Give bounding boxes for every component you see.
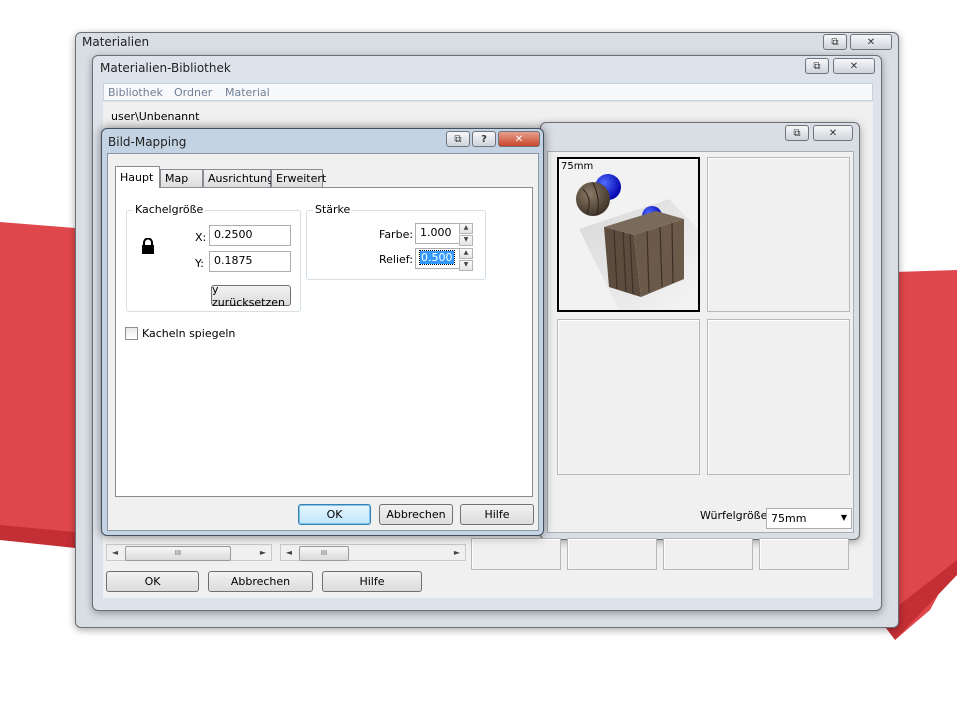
cube-size-select[interactable]: 75mm ▼ — [766, 508, 852, 529]
restore-icon: ⧉ — [813, 60, 821, 72]
mirror-tiles-label[interactable]: Kacheln spiegeln — [142, 327, 235, 340]
help-icon: ? — [481, 133, 487, 145]
tab-erweitert[interactable]: Erweitert — [271, 169, 326, 188]
arrow-up-icon[interactable]: ▲ — [459, 248, 473, 259]
library-restore-button[interactable]: ⧉ — [805, 58, 829, 74]
close-icon: ✕ — [514, 133, 524, 145]
close-icon: ✕ — [849, 60, 859, 72]
strength-group: Stärke Farbe: 1.000 ▲ ▼ Relief: 0.500 ▲ … — [306, 203, 486, 280]
menu-material[interactable]: Material — [225, 86, 270, 99]
tab-haupt[interactable]: Haupt — [115, 166, 160, 188]
relief-strength-input[interactable]: 0.500 — [415, 248, 459, 269]
tile-x-label: X: — [195, 231, 207, 244]
mapping-restore-button[interactable]: ⧉ — [446, 131, 470, 147]
mapping-dialog-title: Bild-Mapping — [108, 135, 187, 149]
close-icon: ✕ — [828, 127, 838, 139]
library-help-button[interactable]: Hilfe — [322, 571, 422, 592]
mapping-close-button[interactable]: ✕ — [498, 131, 540, 147]
library-path: user\Unbenannt — [111, 110, 200, 123]
mapping-ok-button[interactable]: OK — [298, 504, 371, 525]
materials-window-title: Materialien — [82, 35, 150, 49]
menu-bibliothek[interactable]: Bibliothek — [108, 86, 163, 99]
materials-restore-button[interactable]: ⧉ — [823, 34, 847, 50]
arrow-up-icon[interactable]: ▲ — [459, 223, 473, 234]
mapping-cancel-button[interactable]: Abbrechen — [379, 504, 453, 525]
material-slot-lower[interactable] — [759, 538, 849, 570]
material-preview-selected[interactable]: 75mm — [557, 157, 700, 312]
mapping-help-button[interactable]: ? — [472, 131, 496, 147]
mapping-dialog: Bild-Mapping ⧉ ? ✕ Haupt Map Ausrichtung… — [101, 128, 544, 536]
relief-strength-label: Relief: — [379, 253, 413, 266]
strength-legend: Stärke — [313, 203, 353, 216]
chevron-down-icon: ▼ — [840, 513, 847, 522]
material-slot-lower[interactable] — [471, 538, 561, 570]
library-cancel-button[interactable]: Abbrechen — [208, 571, 313, 592]
tile-y-label: Y: — [195, 257, 204, 270]
preview-close-button[interactable]: ✕ — [813, 125, 853, 141]
reset-y-button[interactable]: y zurücksetzen — [211, 283, 291, 309]
material-preview-slot[interactable] — [557, 319, 700, 475]
scroll-thumb[interactable]: III — [125, 546, 231, 561]
library-window-title: Materialien-Bibliothek — [100, 61, 231, 75]
cube-size-value: 75mm — [771, 512, 807, 525]
material-slot-lower[interactable] — [663, 538, 753, 570]
preview-restore-button[interactable]: ⧉ — [785, 125, 809, 141]
close-icon: ✕ — [866, 36, 876, 48]
material-slot-lower[interactable] — [567, 538, 657, 570]
library-menubar: Bibliothek Ordner Material — [103, 83, 873, 101]
lock-icon — [142, 238, 154, 254]
color-strength-label: Farbe: — [379, 228, 414, 241]
material-preview-render — [576, 174, 698, 310]
library-close-button[interactable]: ✕ — [833, 58, 875, 74]
restore-icon: ⧉ — [831, 36, 839, 48]
materials-close-button[interactable]: ✕ — [850, 34, 892, 50]
menu-ordner[interactable]: Ordner — [174, 86, 212, 99]
tab-page-haupt: Kachelgröße X: 0.2500 Y: 0.1875 y zurück… — [115, 187, 533, 497]
arrow-down-icon[interactable]: ▼ — [459, 235, 473, 246]
scroll-thumb[interactable]: III — [299, 546, 349, 561]
library-list-scrollbar[interactable]: ◄ III ► — [280, 544, 466, 561]
arrow-right-icon[interactable]: ► — [449, 545, 465, 560]
mirror-tiles-checkbox[interactable] — [125, 327, 138, 340]
cube-size-label: Würfelgröße: — [700, 509, 772, 522]
tile-y-input[interactable]: 0.1875 — [209, 251, 291, 272]
tile-x-input[interactable]: 0.2500 — [209, 225, 291, 246]
arrow-right-icon[interactable]: ► — [255, 545, 271, 560]
color-strength-spinner[interactable]: ▲ ▼ — [459, 223, 473, 246]
color-strength-input[interactable]: 1.000 — [415, 223, 459, 244]
tab-ausrichtung[interactable]: Ausrichtung — [203, 169, 274, 188]
arrow-left-icon[interactable]: ◄ — [281, 545, 297, 560]
tile-size-group: Kachelgröße X: 0.2500 Y: 0.1875 y zurück… — [126, 203, 301, 312]
library-tree-scrollbar[interactable]: ◄ III ► — [106, 544, 272, 561]
material-preview-slot[interactable] — [707, 157, 850, 312]
library-ok-button[interactable]: OK — [106, 571, 199, 592]
tile-size-legend: Kachelgröße — [133, 203, 206, 216]
arrow-down-icon[interactable]: ▼ — [459, 260, 473, 271]
mapping-client: Haupt Map Ausrichtung Erweitert Kachelgr… — [107, 153, 539, 531]
relief-strength-spinner[interactable]: ▲ ▼ — [459, 248, 473, 271]
arrow-left-icon[interactable]: ◄ — [107, 545, 123, 560]
tab-map[interactable]: Map — [160, 169, 203, 188]
material-preview-slot[interactable] — [707, 319, 850, 475]
relief-strength-value: 0.500 — [419, 250, 455, 265]
restore-icon: ⧉ — [454, 133, 462, 145]
mapping-help-button-bottom[interactable]: Hilfe — [460, 504, 534, 525]
restore-icon: ⧉ — [793, 127, 801, 139]
